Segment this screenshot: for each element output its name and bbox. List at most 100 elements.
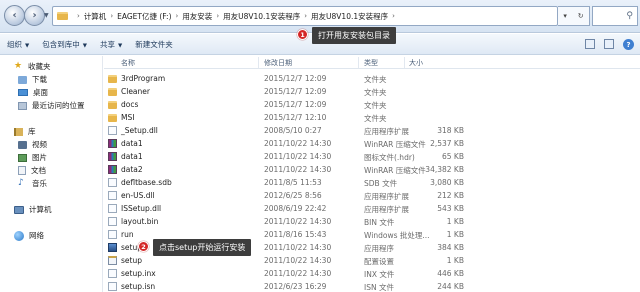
preview-pane-icon[interactable] (604, 39, 614, 49)
breadcrumb[interactable]: › 计算机 › EAGET亿捷 (F:) › 用友安装 › 用友U8V10.1安… (52, 6, 558, 26)
file-list: 名称 修改日期 类型 大小 3rdProgram 2015/12/7 12:09 文… (104, 56, 640, 292)
nav-item-favorites[interactable]: ★ 收藏夹 (14, 61, 51, 72)
chevron-right-icon[interactable]: › (392, 12, 395, 20)
file-date: 2011/10/22 14:30 (264, 243, 332, 252)
organize-label: 组织 (7, 39, 22, 49)
file-date: 2015/12/7 12:09 (264, 100, 327, 109)
nav-item-downloads[interactable]: 下载 (18, 74, 47, 85)
file-date: 2011/10/22 14:30 (264, 165, 332, 174)
computer-icon (14, 205, 24, 214)
column-header-name[interactable]: 名称 (121, 58, 135, 68)
column-divider[interactable] (258, 57, 259, 68)
file-type: 文件夹 (364, 114, 387, 123)
rar-icon (108, 152, 117, 161)
file-row[interactable]: docs 2015/12/7 12:09 文件夹 (104, 98, 640, 111)
file-size: 212 KB (437, 191, 464, 200)
nav-item-network[interactable]: 网络 (14, 230, 44, 241)
file-name: Cleaner (121, 87, 150, 96)
folder-icon (108, 75, 117, 83)
file-icon (108, 178, 117, 187)
file-row[interactable]: ISSetup.dll 2008/6/19 22:42 应用程序扩展 543 KB (104, 202, 640, 215)
organize-menu[interactable]: 组织 ▼ (7, 39, 29, 50)
breadcrumb-item[interactable]: 用友安装 (182, 11, 212, 22)
step-badge: 1 (297, 29, 308, 40)
column-header-size[interactable]: 大小 (409, 58, 423, 68)
file-row[interactable]: MSI 2015/12/7 12:10 文件夹 (104, 111, 640, 124)
share-menu[interactable]: 共享 ▼ (100, 39, 122, 50)
file-date: 2011/8/16 15:43 (264, 230, 327, 239)
file-name: layout.bin (121, 217, 159, 226)
recent-places-icon (18, 101, 27, 110)
file-type: 应用程序扩展 (364, 127, 409, 136)
file-name: setup.inx (121, 269, 156, 278)
column-divider[interactable] (404, 57, 405, 68)
breadcrumb-item[interactable]: 用友U8V10.1安装程序 (223, 11, 300, 22)
step-callout: 点击setup开始运行安装 (153, 239, 252, 256)
nav-item-computer[interactable]: 计算机 (14, 204, 52, 215)
file-row[interactable]: _Setup.dll 2008/5/10 0:27 应用程序扩展 318 KB (104, 124, 640, 137)
nav-item-documents[interactable]: 文档 (18, 165, 46, 176)
forward-button[interactable]: › (24, 5, 45, 26)
breadcrumb-item[interactable]: 用友U8V10.1安装程序 (311, 11, 388, 22)
file-row[interactable]: defltbase.sdb 2011/8/5 11:53 SDB 文件 3,080 K… (104, 176, 640, 189)
include-in-library-menu[interactable]: 包含到库中 ▼ (42, 39, 87, 50)
nav-item-music[interactable]: ♪ 音乐 (18, 178, 47, 189)
chevron-right-icon[interactable]: › (216, 12, 219, 20)
file-row[interactable]: Cleaner 2015/12/7 12:09 文件夹 (104, 85, 640, 98)
file-name: _Setup.dll (121, 126, 158, 135)
folder-icon (108, 101, 117, 109)
chevron-right-icon[interactable]: › (110, 12, 113, 20)
file-date: 2011/10/22 14:30 (264, 152, 332, 161)
nav-item-libraries[interactable]: 库 (14, 126, 36, 137)
column-header-type[interactable]: 类型 (364, 58, 378, 68)
new-folder-button[interactable]: 新建文件夹 (135, 39, 173, 50)
chevron-right-icon[interactable]: › (176, 12, 179, 20)
nav-item-videos[interactable]: 视频 (18, 139, 47, 150)
nav-item-pictures[interactable]: 图片 (18, 152, 47, 163)
change-view-icon[interactable] (585, 39, 595, 49)
nav-item-recent[interactable]: 最近访问的位置 (18, 100, 85, 111)
downloads-icon (18, 75, 27, 84)
column-divider[interactable] (358, 57, 359, 68)
search-input[interactable]: ⚲ (592, 6, 638, 26)
recent-pages-dropdown-icon[interactable]: ▼ (44, 12, 49, 19)
file-row[interactable]: layout.bin 2011/10/22 14:30 BIN 文件 1 KB (104, 215, 640, 228)
file-row[interactable]: 3rdProgram 2015/12/7 12:09 文件夹 (104, 72, 640, 85)
file-row[interactable]: data1 2011/10/22 14:30 图标文件(.hdr) 65 KB (104, 150, 640, 163)
back-button[interactable]: ‹ (4, 5, 25, 26)
file-type: INX 文件 (364, 270, 395, 279)
file-date: 2012/6/25 8:56 (264, 191, 322, 200)
file-size: 244 KB (437, 282, 464, 291)
file-date: 2008/5/10 0:27 (264, 126, 322, 135)
chevron-down-icon[interactable]: ▾ (563, 12, 567, 20)
file-size: 384 KB (437, 243, 464, 252)
chevron-right-icon[interactable]: › (304, 12, 307, 20)
file-row[interactable]: setup.inx 2011/10/22 14:30 INX 文件 446 KB (104, 267, 640, 280)
file-date: 2008/6/19 22:42 (264, 204, 327, 213)
chevron-right-icon[interactable]: › (77, 12, 80, 20)
step-callout: 打开用友安装包目录 (312, 27, 396, 44)
column-header-date[interactable]: 修改日期 (264, 58, 292, 68)
nav-item-label: 图片 (32, 153, 47, 162)
help-icon[interactable]: ? (623, 39, 634, 50)
address-controls: ▾ ↻ (558, 6, 590, 26)
file-type: 文件夹 (364, 88, 387, 97)
navigation-pane: ★ 收藏夹 下载 桌面 最近访问的位置 库 视频 图片 文档 ♪ 音乐 计算机 … (0, 56, 103, 292)
file-row[interactable]: setup.isn 2012/6/23 16:29 ISN 文件 244 KB (104, 280, 640, 292)
file-type: 应用程序扩展 (364, 192, 409, 201)
file-date: 2015/12/7 12:10 (264, 113, 327, 122)
breadcrumb-item[interactable]: EAGET亿捷 (F:) (117, 11, 171, 22)
file-row[interactable]: data2 2011/10/22 14:30 WinRAR 压缩文件 34,382 K… (104, 163, 640, 176)
file-icon (108, 230, 117, 239)
file-row[interactable]: en-US.dll 2012/6/25 8:56 应用程序扩展 212 KB (104, 189, 640, 202)
file-date: 2012/6/23 16:29 (264, 282, 327, 291)
file-name: ISSetup.dll (121, 204, 162, 213)
file-icon (108, 269, 117, 278)
nav-item-desktop[interactable]: 桌面 (18, 87, 48, 98)
file-icon (108, 191, 117, 200)
file-row[interactable]: data1 2011/10/22 14:30 WinRAR 压缩文件 2,537 KB (104, 137, 640, 150)
file-type: ISN 文件 (364, 283, 394, 292)
library-icon (14, 127, 23, 136)
breadcrumb-item[interactable]: 计算机 (84, 11, 107, 22)
refresh-icon[interactable]: ↻ (578, 12, 584, 20)
